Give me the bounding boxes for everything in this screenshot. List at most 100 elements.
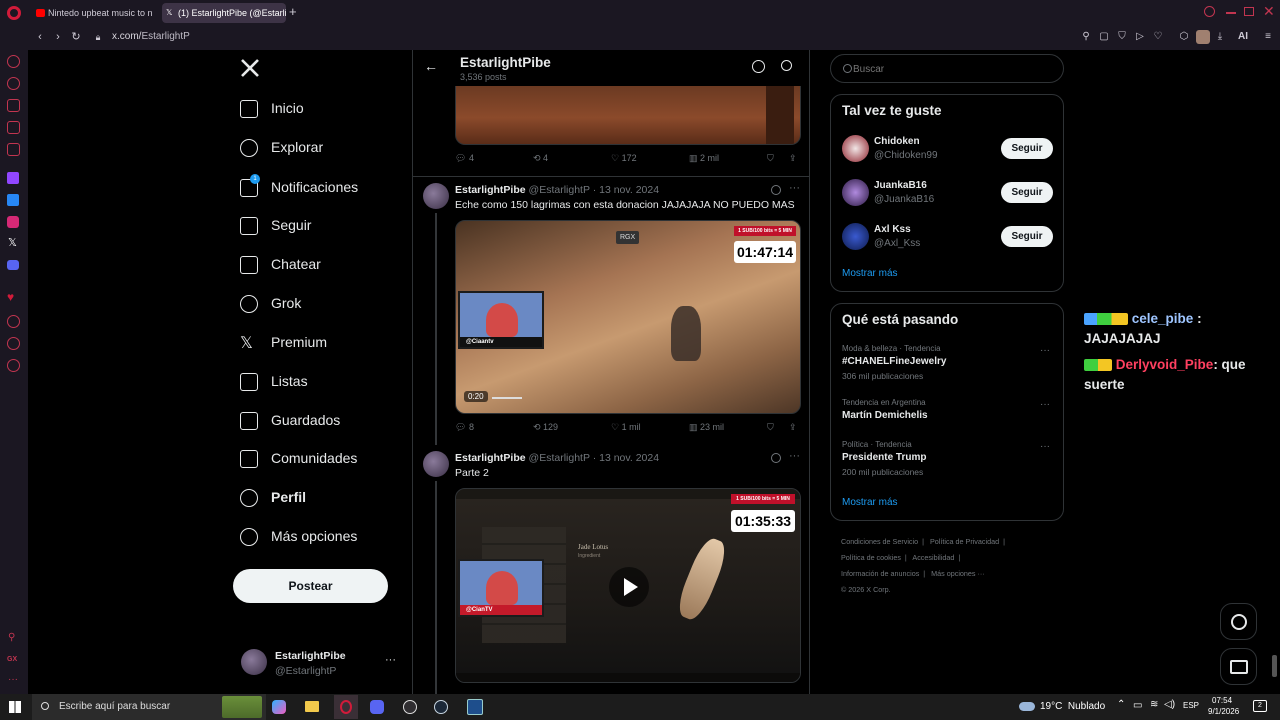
tweet-author[interactable]: EstarlightPibe [455, 452, 526, 464]
tweet-more-icon[interactable]: ··· [789, 182, 800, 194]
share-icon[interactable]: ⇪ [789, 422, 797, 433]
weather-text[interactable]: 19°C Nublado [1040, 701, 1105, 712]
aria-icon[interactable]: AI [1232, 31, 1254, 43]
show-more-link[interactable]: Mostrar más [842, 497, 898, 508]
gx-icon[interactable]: GX [7, 656, 17, 663]
follow-button[interactable]: Seguir [1001, 138, 1053, 159]
bookmark-icon[interactable]: ⛉ [767, 153, 774, 164]
search-box[interactable] [830, 54, 1064, 83]
extensions-icon[interactable]: ⬡ [1178, 31, 1190, 43]
file-explorer-icon[interactable] [305, 701, 319, 712]
twitch-icon[interactable] [7, 172, 19, 184]
footer-link[interactable]: Más opciones ··· [931, 569, 985, 578]
instagram-icon[interactable] [7, 216, 19, 228]
retweet-icon[interactable]: ⟲ 4 [533, 153, 548, 164]
trend-more-icon[interactable]: ··· [1040, 345, 1050, 356]
follow-suggestion[interactable]: JuankaB16 @JuankaB16 Seguir [831, 179, 1063, 219]
trend-item[interactable]: Tendencia en Argentina Martín Demichelis ·… [831, 398, 1063, 442]
chevron-up-icon[interactable]: ⌃ [1117, 699, 1125, 710]
opera-gx-taskbar-icon[interactable] [334, 695, 358, 719]
reload-icon[interactable]: ↻ [69, 30, 83, 44]
discord-taskbar-icon[interactable] [370, 700, 384, 714]
steam-icon[interactable] [434, 700, 448, 714]
clock-time[interactable]: 07:54 [1212, 696, 1232, 705]
more-sidebar-icon[interactable]: ··· [8, 674, 18, 685]
account-switcher[interactable]: EstarlightPibe @EstarlightP ··· [240, 648, 400, 680]
url-field[interactable]: x.com/EstarlightP [112, 31, 190, 42]
discord-icon[interactable] [7, 260, 19, 270]
account-more-icon[interactable]: ··· [385, 654, 396, 666]
search-icon[interactable] [781, 60, 792, 71]
opera-logo-icon[interactable] [7, 6, 21, 20]
back-arrow-icon[interactable]: ← [424, 58, 438, 74]
pin-icon[interactable]: ⚲ [1080, 31, 1092, 43]
trend-more-icon[interactable]: ··· [1040, 441, 1050, 452]
chat-sidebar-icon[interactable] [7, 121, 20, 134]
post-button[interactable]: Postear [233, 569, 388, 603]
history-sidebar-icon[interactable] [7, 77, 20, 90]
new-tab-button[interactable]: + [289, 4, 297, 19]
tweet-image[interactable] [455, 86, 801, 145]
follow-suggestion[interactable]: Axl Kss @Axl_Kss Seguir [831, 223, 1063, 263]
maximize-button[interactable] [1244, 7, 1254, 16]
gx-pin-icon[interactable]: ⚲ [8, 632, 15, 643]
aria-sidebar-icon[interactable] [7, 55, 20, 68]
like-icon[interactable]: ♡ 172 [611, 153, 637, 164]
tab-youtube[interactable]: Nintedo upbeat music to n [32, 3, 154, 23]
show-more-link[interactable]: Mostrar más [842, 268, 898, 279]
video-player[interactable]: RGX 1 SUB/100 bits = 5 MIN 01:47:14 @Cia… [455, 220, 801, 414]
grok-icon[interactable] [752, 60, 765, 73]
taskbar-search[interactable]: Escribe aquí para buscar [32, 694, 266, 720]
reply-icon[interactable]: 💬︎ 4 [455, 153, 474, 164]
profile-avatar[interactable] [1196, 30, 1210, 44]
wifi-icon[interactable]: ≋ [1150, 699, 1158, 710]
tweet[interactable]: EstarlightPibe @EstarlightP · 13 nov. 20… [413, 177, 809, 445]
footer-link[interactable]: Información de anuncios [841, 569, 919, 578]
grok-explain-icon[interactable] [771, 453, 781, 463]
views-icon[interactable]: ▥ 23 mil [689, 422, 724, 433]
video-player[interactable]: 1 SUB/100 bits = 5 MIN 01:35:33 Jade Lot… [455, 488, 801, 683]
retweet-icon[interactable]: ⟲ 129 [533, 422, 558, 433]
tweet[interactable]: EstarlightPibe @EstarlightP · 13 nov. 20… [413, 445, 809, 694]
search-tabs-icon[interactable] [1204, 6, 1215, 17]
footer-link[interactable]: Política de Privacidad [930, 537, 999, 546]
vk-icon[interactable] [7, 194, 19, 206]
workspace-sidebar-icon[interactable] [7, 143, 20, 156]
obs-icon[interactable] [403, 700, 417, 714]
follow-suggestion[interactable]: Chidoken @Chidoken99 Seguir [831, 135, 1063, 175]
tweet-author[interactable]: EstarlightPibe [455, 184, 526, 196]
volume-icon[interactable]: ◁) [1164, 699, 1175, 710]
tweet-more-icon[interactable]: ··· [789, 450, 800, 462]
bag-sidebar-icon[interactable] [7, 99, 20, 112]
download-icon[interactable]: ⤓ [1214, 31, 1226, 43]
tweet-date[interactable]: · 13 nov. 2024 [593, 184, 659, 196]
settings-sidebar-icon[interactable] [7, 359, 20, 372]
minimize-button[interactable] [1226, 12, 1236, 14]
tweet-date[interactable]: · 13 nov. 2024 [593, 452, 659, 464]
extensions-sidebar-icon[interactable] [7, 337, 20, 350]
play-button[interactable] [609, 567, 649, 607]
heart-icon[interactable]: ♡ [1152, 31, 1164, 43]
follow-button[interactable]: Seguir [1001, 182, 1053, 203]
player-icon[interactable]: ▷ [1134, 31, 1146, 43]
language-indicator[interactable]: ESP [1183, 701, 1199, 710]
bookmark-icon[interactable]: ⛉ [767, 422, 774, 433]
video-progress[interactable] [492, 397, 522, 399]
follow-button[interactable]: Seguir [1001, 226, 1053, 247]
menu-icon[interactable]: ≡ [1262, 31, 1274, 43]
shield-icon[interactable]: ⛉ [1116, 31, 1128, 43]
network-icon[interactable]: ▭ [1133, 700, 1142, 711]
tab-x-active[interactable]: 𝕏 (1) EstarlightPibe (@Estarli [162, 3, 286, 23]
share-icon[interactable]: ⇪ [789, 153, 797, 164]
clock-sidebar-icon[interactable] [7, 315, 20, 328]
trend-item[interactable]: Política · Tendencia Presidente Trump 200 … [831, 440, 1063, 484]
like-icon[interactable]: ♡ 1 mil [611, 422, 641, 433]
tweet-handle[interactable]: @EstarlightP [529, 184, 590, 196]
close-window-button[interactable]: ✕ [1263, 3, 1275, 20]
forward-icon[interactable]: › [51, 30, 65, 44]
footer-link[interactable]: Política de cookies [841, 553, 901, 562]
grok-float-button[interactable] [1220, 603, 1257, 640]
heart-sidebar-icon[interactable]: ♥ [7, 290, 14, 304]
footer-link[interactable]: Condiciones de Servicio [841, 537, 918, 546]
notification-icon[interactable]: 2 [1253, 700, 1267, 712]
